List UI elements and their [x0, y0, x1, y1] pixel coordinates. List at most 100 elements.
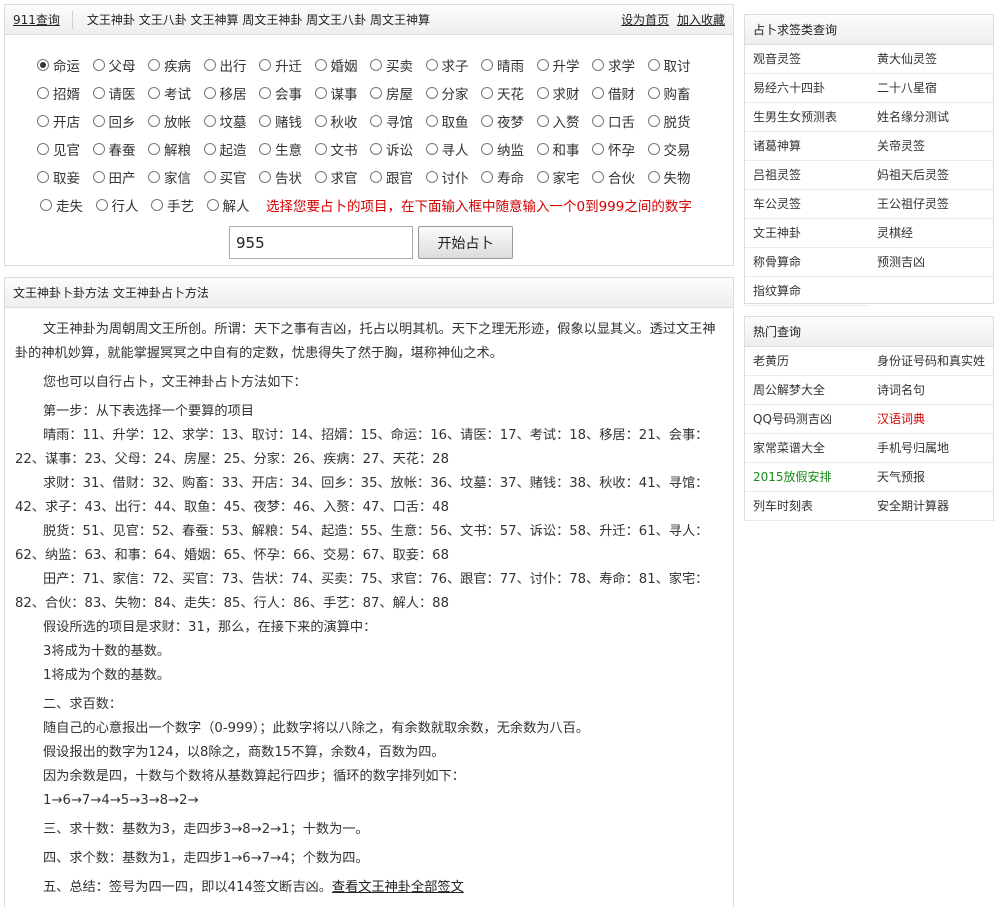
radio-circle-icon[interactable] [592, 171, 604, 183]
option-radio[interactable]: 失物 [647, 167, 704, 187]
start-divination-button[interactable]: 开始占卜 [418, 226, 513, 259]
option-radio[interactable]: 开店 [37, 111, 93, 131]
option-radio[interactable]: 移居 [203, 83, 260, 103]
radio-circle-icon[interactable] [148, 143, 160, 155]
set-homepage-link[interactable]: 设为首页 [621, 13, 669, 27]
option-radio[interactable]: 借财 [592, 83, 648, 103]
option-radio[interactable]: 买卖 [370, 55, 426, 75]
sidebar-link[interactable]: 文王神卦 [745, 219, 869, 248]
option-radio[interactable]: 讨仆 [425, 167, 482, 187]
option-radio[interactable]: 诉讼 [370, 139, 426, 159]
radio-circle-icon[interactable] [314, 115, 327, 127]
radio-circle-icon[interactable] [92, 143, 105, 155]
option-radio[interactable]: 家信 [148, 167, 204, 187]
radio-circle-icon[interactable] [592, 143, 604, 155]
radio-circle-icon[interactable] [592, 59, 604, 71]
radio-circle-icon[interactable] [259, 115, 271, 127]
radio-circle-icon[interactable] [148, 171, 160, 183]
radio-circle-icon[interactable] [92, 171, 105, 183]
sidebar-link[interactable]: 老黄历 [745, 347, 869, 376]
option-radio[interactable]: 田产 [92, 167, 149, 187]
radio-circle-icon[interactable] [203, 171, 216, 183]
option-radio[interactable]: 分家 [425, 83, 482, 103]
radio-circle-icon[interactable] [647, 115, 660, 127]
option-radio[interactable]: 赌钱 [259, 111, 315, 131]
radio-circle-icon[interactable] [259, 171, 271, 183]
option-radio[interactable]: 脱货 [647, 111, 704, 131]
option-radio[interactable]: 见官 [37, 139, 93, 159]
option-radio[interactable]: 会事 [259, 83, 315, 103]
option-radio[interactable]: 交易 [647, 139, 704, 159]
option-radio[interactable]: 升学 [536, 55, 593, 75]
radio-circle-icon[interactable] [370, 171, 382, 183]
site-home-link[interactable]: 911查询 [13, 5, 60, 34]
radio-circle-icon[interactable] [259, 59, 271, 71]
sidebar-link[interactable]: 安全期计算器 [869, 492, 993, 521]
radio-circle-icon[interactable] [314, 87, 327, 99]
radio-circle-icon[interactable] [481, 87, 493, 99]
option-radio[interactable]: 放帐 [148, 111, 204, 131]
sidebar-link[interactable]: 手机号归属地 [869, 434, 993, 463]
sidebar-link[interactable]: 2015放假安排 [745, 463, 869, 492]
option-radio[interactable]: 起造 [203, 139, 260, 159]
option-radio[interactable]: 寻人 [425, 139, 482, 159]
add-favorite-link[interactable]: 加入收藏 [677, 13, 725, 27]
radio-circle-icon[interactable] [536, 115, 549, 127]
radio-circle-icon[interactable] [95, 199, 108, 211]
option-radio[interactable]: 家宅 [536, 167, 593, 187]
option-radio[interactable]: 春蚕 [92, 139, 149, 159]
radio-circle-icon[interactable] [370, 59, 382, 71]
radio-circle-icon[interactable] [425, 171, 438, 183]
radio-circle-icon[interactable] [425, 115, 438, 127]
radio-circle-icon[interactable] [425, 87, 438, 99]
radio-circle-icon[interactable] [592, 87, 604, 99]
sidebar-link[interactable]: 车公灵签 [745, 190, 869, 219]
option-radio[interactable]: 解粮 [148, 139, 204, 159]
radio-circle-icon[interactable] [481, 59, 493, 71]
option-radio[interactable]: 购畜 [647, 83, 704, 103]
sidebar-link[interactable]: 吕祖灵签 [745, 161, 869, 190]
radio-circle-icon[interactable] [647, 143, 660, 155]
number-input[interactable] [229, 226, 413, 259]
radio-circle-icon[interactable] [370, 87, 382, 99]
option-radio[interactable]: 口舌 [592, 111, 648, 131]
sidebar-link[interactable]: 黄大仙灵签 [869, 45, 993, 74]
option-radio[interactable]: 升迁 [259, 55, 315, 75]
option-radio[interactable]: 生意 [259, 139, 315, 159]
option-radio[interactable]: 求学 [592, 55, 648, 75]
sidebar-link[interactable]: 称骨算命 [745, 248, 869, 277]
sidebar-link[interactable]: 易经六十四卦 [745, 74, 869, 103]
radio-circle-icon[interactable] [151, 199, 163, 211]
option-radio[interactable]: 取妾 [37, 167, 93, 187]
option-radio[interactable]: 和事 [536, 139, 593, 159]
radio-circle-icon[interactable] [203, 143, 216, 155]
option-radio[interactable]: 求子 [425, 55, 482, 75]
option-radio[interactable]: 入赘 [536, 111, 593, 131]
sidebar-link[interactable]: 生男生女预测表 [745, 103, 869, 132]
radio-circle-icon[interactable] [92, 115, 105, 127]
radio-circle-icon[interactable] [536, 87, 549, 99]
sidebar-link[interactable]: 周公解梦大全 [745, 376, 869, 405]
radio-circle-icon[interactable] [206, 199, 219, 211]
sidebar-link[interactable]: 指纹算命 [745, 277, 869, 306]
option-radio[interactable]: 行人 [95, 195, 152, 215]
view-all-signs-link[interactable]: 查看文王神卦全部签文 [332, 880, 464, 895]
option-radio[interactable]: 求财 [536, 83, 593, 103]
option-radio[interactable]: 解人 [206, 195, 263, 215]
option-radio[interactable]: 婚姻 [314, 55, 371, 75]
option-radio[interactable]: 出行 [203, 55, 260, 75]
sidebar-link[interactable]: 王公祖仔灵签 [869, 190, 993, 219]
option-radio[interactable]: 回乡 [92, 111, 149, 131]
radio-circle-icon[interactable] [425, 143, 438, 155]
option-radio[interactable]: 跟官 [370, 167, 426, 187]
radio-circle-icon[interactable] [148, 87, 160, 99]
radio-circle-icon[interactable] [370, 115, 382, 127]
radio-circle-icon[interactable] [37, 59, 49, 71]
option-radio[interactable]: 手艺 [151, 195, 207, 215]
radio-circle-icon[interactable] [647, 87, 660, 99]
radio-circle-icon[interactable] [314, 59, 327, 71]
sidebar-link[interactable]: 观音灵签 [745, 45, 869, 74]
sidebar-link[interactable]: 身份证号码和真实姓 [869, 347, 993, 376]
sidebar-link[interactable]: 汉语词典 [869, 405, 993, 434]
option-radio[interactable]: 招婿 [37, 83, 93, 103]
